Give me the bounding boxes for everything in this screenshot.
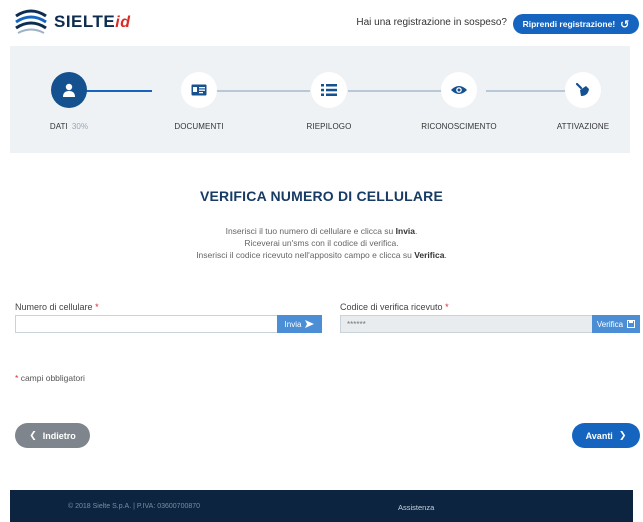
step-label-documenti: DOCUMENTI (174, 122, 224, 131)
step-documenti: DOCUMENTI (144, 46, 254, 131)
header: SIELTEid Hai una registrazione in sospes… (0, 0, 643, 46)
next-button[interactable]: Avanti ❯ (572, 423, 640, 448)
step-label-attivazione: ATTIVAZIONE (556, 122, 610, 131)
progress-steps: DATI 30% DOCUMENTI RIEPILOGO RICONOSCIME… (10, 46, 630, 153)
chevron-left-icon: ❮ (29, 430, 37, 440)
step-circle-riepilogo (311, 72, 347, 108)
verify-button[interactable]: Verifica (592, 315, 640, 333)
send-button[interactable]: Invia (277, 315, 322, 333)
resume-registration-button[interactable]: Riprendi registrazione! ↺ (513, 14, 639, 34)
step-dati: DATI 30% (14, 46, 124, 131)
resume-registration-label: Riprendi registrazione! (522, 19, 616, 29)
verify-button-label: Verifica (596, 319, 624, 329)
user-icon (63, 83, 75, 97)
save-icon (627, 320, 636, 328)
eye-icon (451, 86, 467, 94)
phone-field-label: Numero di cellulare * (15, 302, 99, 312)
logo-waves-icon (15, 9, 47, 34)
list-icon (321, 84, 337, 96)
code-field-label: Codice di verifica ricevuto * (340, 302, 449, 312)
assistance-link[interactable]: Assistenza (398, 503, 434, 512)
required-fields-note: * campi obbligatori (15, 373, 85, 383)
step-label-riconoscimento: RICONOSCIMENTO (421, 122, 497, 131)
next-button-label: Avanti (585, 430, 613, 441)
phone-input[interactable] (15, 315, 277, 333)
instruction-line-3: Inserisci il codice ricevuto nell'apposi… (196, 250, 447, 260)
copyright-text: © 2018 Sielte S.p.A. | P.IVA: 0360070087… (68, 503, 201, 510)
step-riconoscimento: RICONOSCIMENTO (404, 46, 514, 131)
paper-plane-icon (305, 320, 315, 328)
instruction-line-2: Riceverai un'sms con il codice di verifi… (244, 238, 399, 248)
refresh-icon: ↺ (620, 18, 630, 31)
chevron-right-icon: ❯ (618, 430, 627, 440)
step-circle-documenti (181, 72, 217, 108)
step-attivazione: ATTIVAZIONE (528, 46, 638, 131)
step-label-riepilogo: RIEPILOGO (306, 122, 352, 131)
pen-icon (575, 82, 589, 96)
phone-input-group: Invia (15, 315, 322, 333)
send-button-label: Invia (284, 319, 302, 329)
step-riepilogo: RIEPILOGO (274, 46, 384, 131)
footer: © 2018 Sielte S.p.A. | P.IVA: 0360070087… (10, 490, 633, 522)
back-button[interactable]: ❮ Indietro (15, 423, 90, 448)
page-title: VERIFICA NUMERO DI CELLULARE (199, 188, 444, 204)
pending-registration-text: Hai una registrazione in sospeso? (356, 17, 507, 28)
step-label-dati: DATI 30% (49, 122, 89, 131)
instruction-line-1: Inserisci il tuo numero di cellulare e c… (225, 226, 418, 236)
code-input-group: Verifica (340, 315, 640, 333)
id-card-icon (191, 84, 207, 96)
step-circle-riconoscimento (441, 72, 477, 108)
step-circle-attivazione (565, 72, 601, 108)
back-button-label: Indietro (42, 430, 76, 441)
sielte-id-logo[interactable]: SIELTEid (14, 8, 130, 36)
verification-code-input[interactable] (340, 315, 592, 333)
logo-text: SIELTEid (54, 12, 131, 31)
step-circle-dati (51, 72, 87, 108)
